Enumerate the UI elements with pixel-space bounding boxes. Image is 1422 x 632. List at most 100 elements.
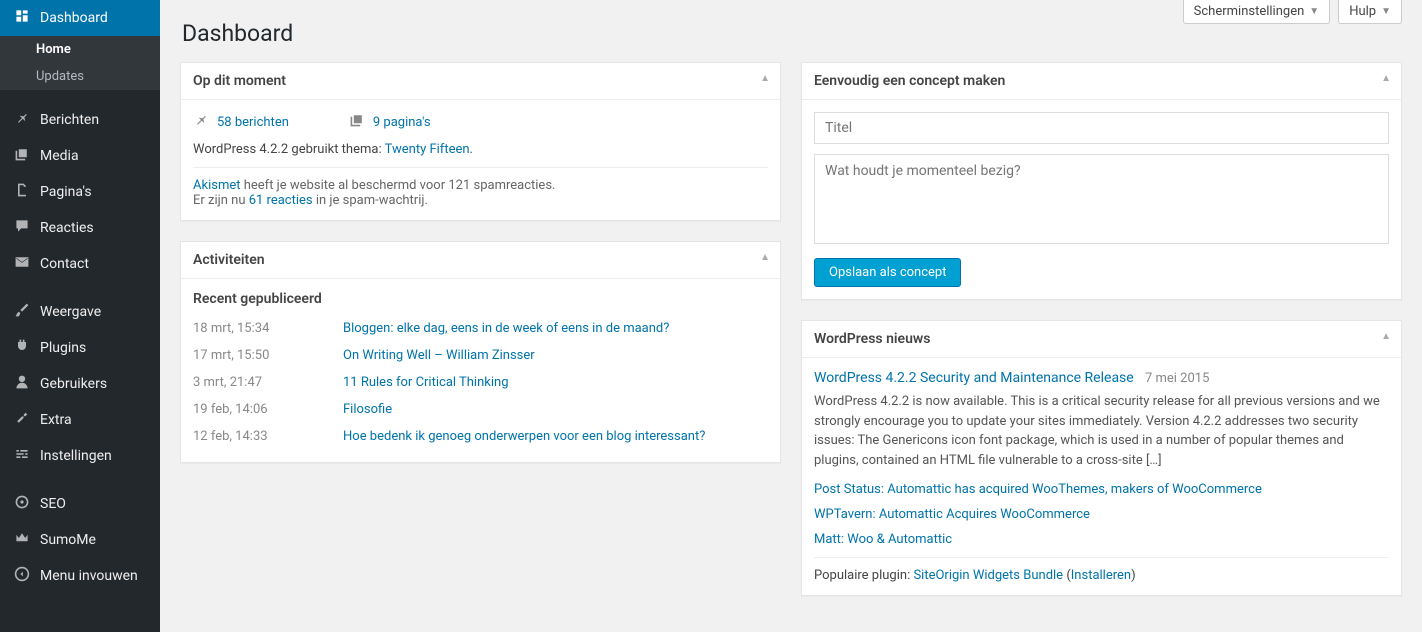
activity-link[interactable]: Filosofie xyxy=(343,402,392,417)
sliders-icon xyxy=(12,446,32,466)
seo-icon xyxy=(12,494,32,514)
widget-title[interactable]: Eenvoudig een concept maken ▲ xyxy=(802,63,1401,100)
sidebar-label: SumoMe xyxy=(40,532,96,548)
sidebar-item-pages[interactable]: Pagina's xyxy=(0,174,160,210)
sidebar-sub-updates[interactable]: Updates xyxy=(12,63,160,90)
admin-sidebar: Dashboard Home Updates Berichten Media P… xyxy=(0,0,160,632)
sidebar-label: Gebruikers xyxy=(40,376,107,392)
widget-title[interactable]: Op dit moment ▲ xyxy=(181,63,780,100)
news-headline-link[interactable]: WordPress 4.2.2 Security and Maintenance… xyxy=(814,370,1134,386)
widget-quickdraft: Eenvoudig een concept maken ▲ Opslaan al… xyxy=(801,62,1402,300)
stat-posts-label: 58 berichten xyxy=(217,115,289,130)
activity-list: 18 mrt, 15:34 Bloggen: elke dag, eens in… xyxy=(193,315,768,450)
stat-pages[interactable]: 9 pagina's xyxy=(349,112,431,132)
activity-date: 3 mrt, 21:47 xyxy=(193,375,343,390)
chevron-down-icon: ▼ xyxy=(1309,6,1319,17)
plug-icon xyxy=(12,338,32,358)
plugin-name-link[interactable]: SiteOrigin Widgets Bundle xyxy=(913,568,1063,583)
screen-options-button[interactable]: Scherminstellingen ▼ xyxy=(1183,0,1331,24)
sidebar-item-plugins[interactable]: Plugins xyxy=(0,330,160,366)
sidebar-item-seo[interactable]: SEO xyxy=(0,486,160,522)
akismet-link[interactable]: Akismet xyxy=(193,178,241,193)
sidebar-item-sumome[interactable]: SumoMe xyxy=(0,522,160,558)
page-icon xyxy=(12,182,32,202)
sidebar-item-users[interactable]: Gebruikers xyxy=(0,366,160,402)
popular-plugin: Populaire plugin: SiteOrigin Widgets Bun… xyxy=(814,557,1389,583)
sidebar-label: Menu invouwen xyxy=(40,568,138,584)
brush-icon xyxy=(12,302,32,322)
activity-link[interactable]: On Writing Well – William Zinsser xyxy=(343,348,535,363)
activity-row: 17 mrt, 15:50 On Writing Well – William … xyxy=(193,342,768,369)
sidebar-item-settings[interactable]: Instellingen xyxy=(0,438,160,474)
news-date: 7 mei 2015 xyxy=(1145,371,1209,386)
activity-link[interactable]: Bloggen: elke dag, eens in de week of ee… xyxy=(343,321,669,336)
sidebar-label: Media xyxy=(40,148,79,164)
activity-heading: Recent gepubliceerd xyxy=(193,291,768,307)
sidebar-label: Weergave xyxy=(40,304,101,320)
sidebar-sub-home[interactable]: Home xyxy=(12,36,160,63)
widget-title[interactable]: Activiteiten ▲ xyxy=(181,242,780,279)
activity-date: 17 mrt, 15:50 xyxy=(193,348,343,363)
activity-date: 12 feb, 14:33 xyxy=(193,429,343,444)
sidebar-item-tools[interactable]: Extra xyxy=(0,402,160,438)
media-icon xyxy=(12,146,32,166)
activity-row: 3 mrt, 21:47 11 Rules for Critical Think… xyxy=(193,369,768,396)
collapse-icon[interactable]: ▲ xyxy=(1381,73,1391,84)
help-label: Hulp xyxy=(1349,4,1376,19)
widget-title[interactable]: WordPress nieuws ▲ xyxy=(802,321,1401,358)
activity-date: 19 feb, 14:06 xyxy=(193,402,343,417)
stat-posts[interactable]: 58 berichten xyxy=(193,112,289,132)
activity-row: 18 mrt, 15:34 Bloggen: elke dag, eens in… xyxy=(193,315,768,342)
wrench-icon xyxy=(12,410,32,430)
akismet-info: Akismet heeft je website al beschermd vo… xyxy=(193,167,768,208)
sidebar-label: Pagina's xyxy=(40,184,92,200)
stat-pages-label: 9 pagina's xyxy=(373,115,431,130)
sidebar-item-media[interactable]: Media xyxy=(0,138,160,174)
collapse-icon[interactable]: ▲ xyxy=(760,252,770,263)
dashboard-icon xyxy=(12,8,32,28)
widget-glance: Op dit moment ▲ 58 berichten 9 pagina's xyxy=(180,62,781,221)
plugin-install-link[interactable]: Installeren xyxy=(1071,568,1131,583)
news-link[interactable]: WPTavern: Automattic Acquires WooCommerc… xyxy=(814,507,1389,522)
sidebar-item-contact[interactable]: Contact xyxy=(0,246,160,282)
activity-link[interactable]: 11 Rules for Critical Thinking xyxy=(343,375,509,390)
theme-link[interactable]: Twenty Fifteen xyxy=(385,142,470,157)
collapse-icon[interactable]: ▲ xyxy=(1381,331,1391,342)
sidebar-label: Extra xyxy=(40,412,72,428)
user-icon xyxy=(12,374,32,394)
activity-link[interactable]: Hoe bedenk ik genoeg onderwerpen voor ee… xyxy=(343,429,705,444)
sidebar-item-posts[interactable]: Berichten xyxy=(0,102,160,138)
sidebar-item-dashboard[interactable]: Dashboard xyxy=(0,0,160,36)
top-actions: Scherminstellingen ▼ Hulp ▼ xyxy=(1183,0,1402,24)
activity-row: 19 feb, 14:06 Filosofie xyxy=(193,396,768,423)
sidebar-submenu: Home Updates xyxy=(0,36,160,90)
sidebar-item-appearance[interactable]: Weergave xyxy=(0,294,160,330)
news-body: WordPress 4.2.2 is now available. This i… xyxy=(814,392,1389,470)
sidebar-label: Reacties xyxy=(40,220,94,236)
draft-content-textarea[interactable] xyxy=(814,154,1389,244)
sidebar-label: Berichten xyxy=(40,112,99,128)
activity-date: 18 mrt, 15:34 xyxy=(193,321,343,336)
pin-icon xyxy=(193,112,209,132)
sidebar-collapse[interactable]: Menu invouwen xyxy=(0,558,160,594)
page-icon xyxy=(349,112,365,132)
spam-queue-link[interactable]: 61 reacties xyxy=(249,193,313,208)
help-button[interactable]: Hulp ▼ xyxy=(1338,0,1402,24)
news-link[interactable]: Matt: Woo & Automattic xyxy=(814,532,1389,547)
widget-news: WordPress nieuws ▲ WordPress 4.2.2 Secur… xyxy=(801,320,1402,596)
news-item: WordPress 4.2.2 Security and Maintenance… xyxy=(814,370,1389,470)
sidebar-item-comments[interactable]: Reacties xyxy=(0,210,160,246)
mail-icon xyxy=(12,254,32,274)
sidebar-label: Dashboard xyxy=(40,10,108,26)
sidebar-label: Instellingen xyxy=(40,448,112,464)
sidebar-label: Plugins xyxy=(40,340,86,356)
news-link[interactable]: Post Status: Automattic has acquired Woo… xyxy=(814,482,1389,497)
pin-icon xyxy=(12,110,32,130)
collapse-icon[interactable]: ▲ xyxy=(760,73,770,84)
comment-icon xyxy=(12,218,32,238)
draft-title-input[interactable] xyxy=(814,112,1389,144)
save-draft-button[interactable]: Opslaan als concept xyxy=(814,258,961,287)
main-content: Scherminstellingen ▼ Hulp ▼ Dashboard Op… xyxy=(160,0,1422,632)
widget-activity: Activiteiten ▲ Recent gepubliceerd 18 mr… xyxy=(180,241,781,463)
collapse-icon xyxy=(12,566,32,586)
